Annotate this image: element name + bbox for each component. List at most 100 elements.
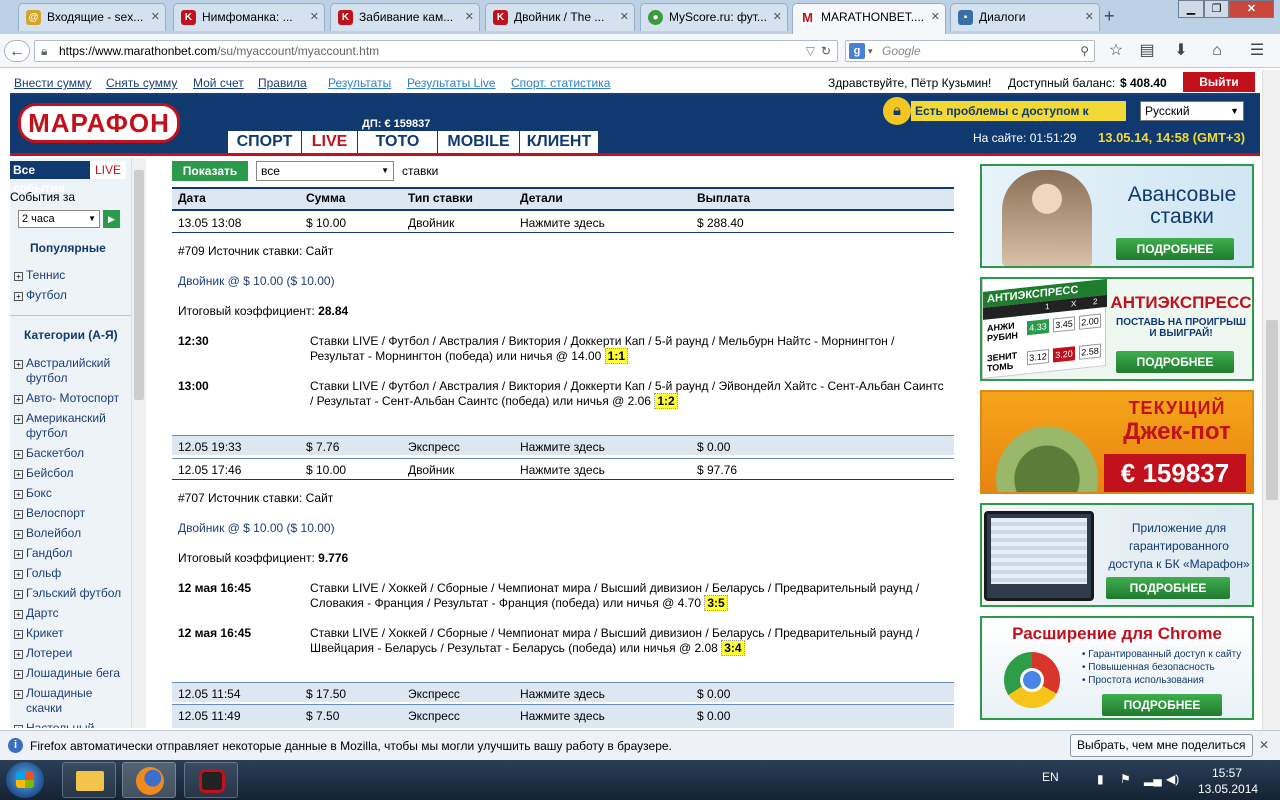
close-tab-icon[interactable]: ✕: [465, 4, 474, 31]
sidebar-category-item[interactable]: + Авто- Мотоспорт: [14, 391, 119, 405]
volume-icon[interactable]: ◀): [1166, 772, 1179, 786]
sidebar-category-item[interactable]: + Баскетбол: [14, 446, 84, 460]
maximize-window-icon[interactable]: ❐: [1204, 0, 1229, 18]
sidebar-category-item[interactable]: + Гольф: [14, 566, 61, 580]
sidebar-scrollbar[interactable]: [131, 158, 146, 728]
more-button[interactable]: ПОДРОБНЕЕ: [1116, 351, 1234, 373]
results-live-link[interactable]: Результаты Live: [407, 76, 496, 90]
details-link[interactable]: Нажмите здесь: [520, 440, 605, 454]
details-link[interactable]: Нажмите здесь: [520, 463, 605, 477]
banner-jackpot[interactable]: ТЕКУЩИЙ Джек-пот € 159837: [980, 390, 1254, 494]
live-tab[interactable]: LIVE: [90, 161, 126, 179]
close-tab-icon[interactable]: ✕: [620, 4, 629, 31]
history-dropdown-icon[interactable]: ▽: [806, 41, 815, 61]
play-icon[interactable]: ▶: [103, 210, 120, 228]
close-tab-icon[interactable]: ✕: [310, 4, 319, 31]
banner-chrome-extension[interactable]: Расширение для Chrome • Гарантированный …: [980, 616, 1254, 720]
sidebar-category-item[interactable]: + Гандбол: [14, 546, 72, 560]
all-events-tab[interactable]: Все события: [10, 161, 90, 195]
game-app-icon[interactable]: [184, 762, 238, 798]
marathon-logo[interactable]: МАРАФОН: [18, 103, 180, 143]
scrollbar-thumb[interactable]: [1266, 320, 1278, 500]
back-icon[interactable]: ←: [4, 40, 30, 62]
downloads-icon[interactable]: ⬇: [1168, 40, 1194, 62]
new-tab-icon[interactable]: +: [1104, 6, 1115, 27]
firefox-icon[interactable]: [122, 762, 176, 798]
browser-tab-double[interactable]: K Двойник / The ... ✕: [485, 3, 635, 31]
bookmarks-list-icon[interactable]: ▤: [1134, 40, 1160, 62]
close-tab-icon[interactable]: ✕: [1085, 4, 1094, 31]
browser-tab-nymph[interactable]: K Нимфоманка: ... ✕: [173, 3, 325, 31]
results-link[interactable]: Результаты: [328, 76, 391, 90]
start-button-icon[interactable]: [6, 762, 44, 798]
network-icon[interactable]: ▮: [1097, 772, 1104, 786]
clock-date[interactable]: 13.05.2014: [1198, 782, 1258, 796]
close-tab-icon[interactable]: ✕: [773, 4, 782, 31]
reload-icon[interactable]: ↻: [821, 41, 831, 61]
banner-advance-bets[interactable]: Авансовые ставки ПОДРОБНЕЕ: [980, 164, 1254, 268]
tab-client[interactable]: КЛИЕНТ: [519, 131, 599, 153]
browser-tab-kam[interactable]: K Забивание кам... ✕: [330, 3, 480, 31]
flag-icon[interactable]: ⚑: [1120, 772, 1131, 786]
chevron-down-icon[interactable]: ▾: [868, 41, 873, 61]
close-notification-icon[interactable]: ✕: [1259, 738, 1269, 752]
period-select[interactable]: 2 часа ▼: [18, 210, 100, 228]
banner-app[interactable]: Приложение для гарантированного доступа …: [980, 503, 1254, 607]
tab-sport[interactable]: СПОРТ: [227, 131, 301, 153]
close-tab-icon[interactable]: ✕: [931, 4, 940, 31]
access-problem-link[interactable]: Есть проблемы с доступом к сайту?: [911, 101, 1126, 138]
sidebar-category-item[interactable]: + Бейсбол: [14, 466, 74, 480]
url-bar[interactable]: 🔒︎ https://www.marathonbet.com/su/myacco…: [34, 40, 838, 62]
tab-mobile[interactable]: MOBILE: [437, 131, 519, 153]
bet-filter-select[interactable]: все ▼: [256, 161, 394, 181]
minimize-window-icon[interactable]: ▁: [1178, 0, 1204, 18]
tab-live[interactable]: LIVE: [301, 131, 357, 153]
details-link[interactable]: Нажмите здесь: [520, 216, 605, 230]
bookmark-star-icon[interactable]: ☆: [1103, 40, 1129, 62]
browser-tab-mail[interactable]: @ Входящие - sex... ✕: [18, 3, 166, 31]
stats-link[interactable]: Спорт. статистика: [511, 76, 610, 90]
page-scrollbar[interactable]: [1262, 70, 1280, 730]
explorer-icon[interactable]: [62, 762, 116, 798]
details-link[interactable]: Нажмите здесь: [520, 709, 605, 723]
sidebar-category-item[interactable]: + Велоспорт: [14, 506, 85, 520]
browser-tab-dialogs[interactable]: ▪ Диалоги ✕: [950, 3, 1100, 31]
sidebar-category-item-cont[interactable]: футбол: [26, 426, 68, 440]
my-account-link[interactable]: Мой счет: [193, 76, 244, 90]
language-select[interactable]: Русский ▼: [1140, 101, 1244, 121]
scrollbar-thumb[interactable]: [134, 170, 144, 400]
deposit-link[interactable]: Внести сумму: [14, 76, 91, 90]
language-indicator[interactable]: EN: [1042, 770, 1059, 784]
home-icon[interactable]: ⌂: [1204, 40, 1230, 62]
more-button[interactable]: ПОДРОБНЕЕ: [1116, 238, 1234, 260]
logout-button[interactable]: Выйти: [1183, 72, 1255, 92]
sidebar-item-football[interactable]: + Футбол: [14, 288, 67, 302]
details-link[interactable]: Нажмите здесь: [520, 687, 605, 701]
sidebar-category-item[interactable]: + Гэльский футбол: [14, 586, 121, 600]
sidebar-category-item[interactable]: +Настольный: [14, 721, 94, 728]
browser-tab-marathon[interactable]: M MARATHONBET.... ✕: [792, 3, 946, 34]
banner-antiexpress[interactable]: АНТИЭКСПРЕСС 1 X 2 АНЖИ РУБИН 4.33 3.45 2…: [980, 277, 1254, 381]
tab-toto[interactable]: ТОТО: [357, 131, 437, 153]
withdraw-link[interactable]: Снять сумму: [106, 76, 177, 90]
more-button[interactable]: ПОДРОБНЕЕ: [1106, 577, 1230, 599]
close-tab-icon[interactable]: ✕: [151, 4, 160, 31]
menu-icon[interactable]: ☰: [1244, 40, 1270, 62]
sidebar-category-item[interactable]: + Дартс: [14, 606, 59, 620]
clock-time[interactable]: 15:57: [1212, 766, 1242, 780]
sidebar-category-item[interactable]: + Американский: [14, 411, 106, 425]
search-icon[interactable]: ⚲: [1080, 41, 1089, 61]
more-button[interactable]: ПОДРОБНЕЕ: [1102, 694, 1222, 716]
search-input[interactable]: g ▾ Google ⚲: [845, 40, 1095, 62]
sidebar-category-item[interactable]: + Лошадиные бега: [14, 666, 120, 680]
sidebar-category-item[interactable]: + Бокс: [14, 486, 52, 500]
signal-icon[interactable]: ▂▄: [1144, 772, 1162, 786]
sidebar-category-item-cont[interactable]: скачки: [26, 701, 62, 715]
close-window-icon[interactable]: ✕: [1229, 0, 1274, 18]
sidebar-category-item[interactable]: + Лошадиные: [14, 686, 92, 700]
rules-link[interactable]: Правила: [258, 76, 307, 90]
sidebar-category-item[interactable]: + Волейбол: [14, 526, 81, 540]
show-button[interactable]: Показать: [172, 161, 248, 181]
sidebar-item-tennis[interactable]: + Теннис: [14, 268, 65, 282]
browser-tab-myscore[interactable]: ● MyScore.ru: фут... ✕: [640, 3, 788, 31]
